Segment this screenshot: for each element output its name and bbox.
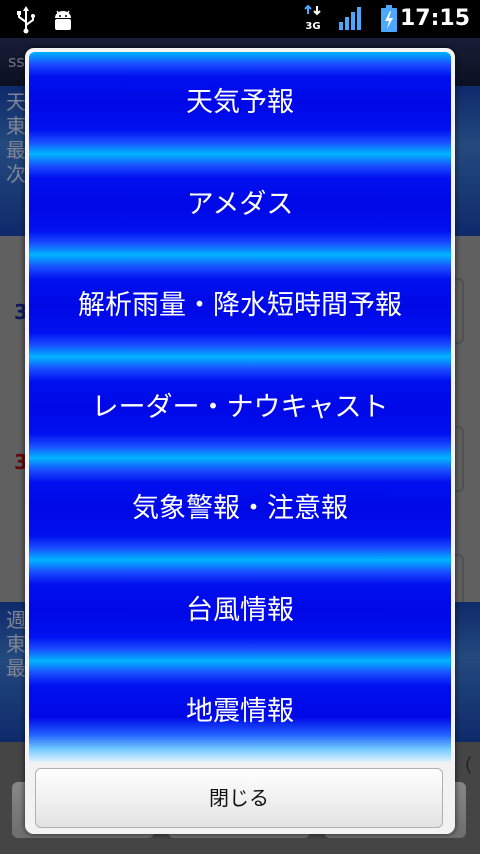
menu-item-amedas[interactable]: アメダス [29, 153, 451, 255]
screen: 3G 17:15 ss 天 東 最 次 3 3 週 東 最 （ 天気予報 アメダ… [0, 0, 480, 854]
menu-item-weather-warnings[interactable]: 気象警報・注意報 [29, 458, 451, 560]
menu-item-earthquake-info[interactable]: 地震情報 [29, 661, 451, 762]
menu-item-weather-forecast[interactable]: 天気予報 [29, 52, 451, 154]
battery-charging-icon [378, 0, 400, 38]
menu-dialog: 天気予報 アメダス 解析雨量・降水短時間予報 レーダー・ナウキャスト 気象警報・… [25, 48, 455, 834]
menu-item-radar-nowcast[interactable]: レーダー・ナウキャスト [29, 356, 451, 458]
menu-item-rainfall-analysis[interactable]: 解析雨量・降水短時間予報 [29, 255, 451, 357]
menu-item-typhoon-info[interactable]: 台風情報 [29, 559, 451, 661]
network-3g-icon: 3G [302, 0, 324, 38]
dialog-footer: 閉じる [25, 762, 455, 834]
status-clock: 17:15 [399, 6, 470, 31]
signal-strength-icon [338, 0, 364, 38]
close-button[interactable]: 閉じる [35, 768, 443, 828]
menu-list: 天気予報 アメダス 解析雨量・降水短時間予報 レーダー・ナウキャスト 気象警報・… [29, 52, 451, 762]
network-label: 3G [305, 21, 320, 32]
debug-bug-icon [50, 0, 76, 38]
usb-icon [14, 0, 38, 38]
status-bar: 3G 17:15 [0, 0, 480, 38]
